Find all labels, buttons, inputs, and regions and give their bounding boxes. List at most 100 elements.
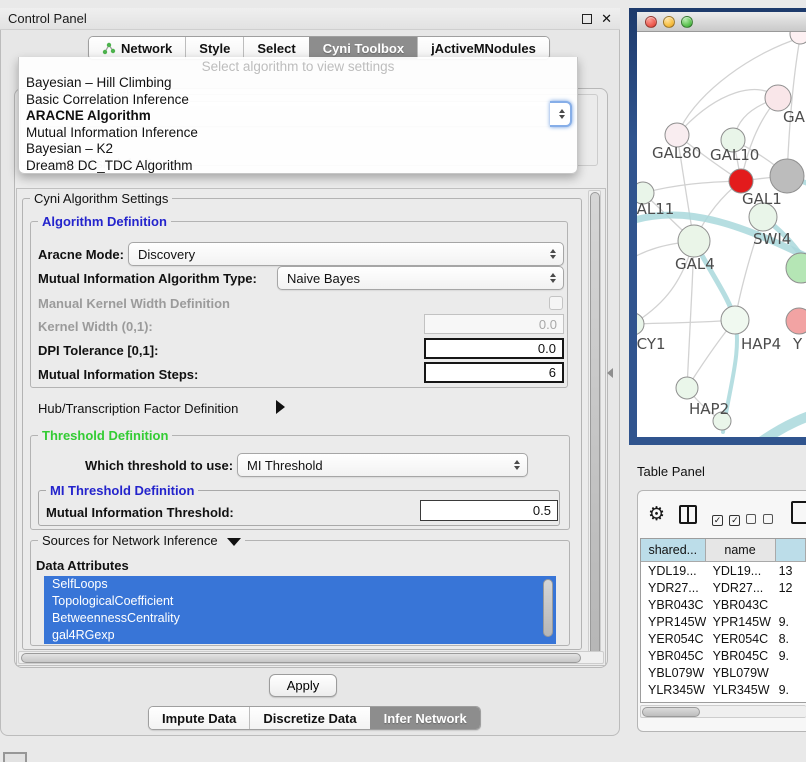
network-edge[interactable] (677, 90, 778, 135)
column-header-shared[interactable]: shared... (641, 539, 706, 562)
dropdown-item-basic-correlation-inference[interactable]: Basic Correlation Inference (19, 92, 577, 109)
mi-steps-label: Mutual Information Steps: (38, 367, 198, 382)
attribute-item-gal4rgexp[interactable]: gal4RGexp (44, 627, 556, 644)
algorithm-dropdown-popup: Select algorithm to view settings Bayesi… (18, 57, 578, 174)
dropdown-item-bayesian-k2[interactable]: Bayesian – K2 (19, 141, 577, 158)
mi-threshold-value: 0.5 (533, 503, 551, 518)
mi-type-combo[interactable]: Naive Bayes (277, 266, 564, 290)
tab-network[interactable]: Network (89, 37, 185, 59)
expand-right-icon[interactable] (276, 400, 285, 414)
network-node-gal4[interactable] (678, 225, 710, 257)
network-node[interactable] (770, 159, 804, 193)
split-view-icon[interactable] (679, 505, 697, 524)
tab-select[interactable]: Select (243, 37, 308, 59)
attribute-item-topologicalcoefficient[interactable]: TopologicalCoefficient (44, 593, 556, 610)
network-canvas[interactable]: GALGAL80GAL10GAL1GAL11SWI4GAL4GCY1HAP4YH… (637, 32, 806, 437)
which-threshold-value: MI Threshold (247, 458, 323, 473)
settings-hscrollbar-thumb[interactable] (21, 653, 581, 663)
manual-kernel-checkbox[interactable] (549, 296, 563, 310)
network-node-hap4[interactable] (721, 306, 749, 334)
gear-icon[interactable]: ⚙ (648, 503, 665, 526)
zoom-traffic-light[interactable] (681, 16, 693, 28)
table-cell: 9. (776, 615, 806, 629)
tab-cyni-toolbox[interactable]: Cyni Toolbox (309, 37, 417, 59)
table-cell: YLR345W (706, 683, 776, 697)
table-cell: YDR27... (706, 581, 776, 595)
dropdown-item-dream8-dc-tdc-algorithm[interactable]: Dream8 DC_TDC Algorithm (19, 158, 577, 175)
network-window-titlebar[interactable] (637, 12, 806, 32)
dropdown-item-mutual-information-inference[interactable]: Mutual Information Inference (19, 125, 577, 142)
unchecked-boxes-icon[interactable] (746, 511, 773, 529)
table-rows: YDL19...YDL19...13YDR27...YDR27...12YBR0… (641, 562, 806, 703)
document-icon[interactable] (791, 501, 806, 524)
network-edge[interactable] (787, 38, 800, 176)
network-node-label: GAL80 (652, 144, 701, 162)
panel-divider-arrow[interactable] (607, 368, 613, 378)
table-cell: YBL079W (706, 666, 776, 680)
settings-vscrollbar-thumb[interactable] (590, 192, 600, 660)
mi-type-label: Mutual Information Algorithm Type: (38, 271, 257, 286)
network-edge[interactable] (637, 320, 735, 324)
table-cell: YBR043C (641, 598, 706, 612)
dpi-tolerance-field[interactable]: 0.0 (424, 338, 564, 359)
dropdown-item-aracne-algorithm[interactable]: ARACNE Algorithm (19, 108, 577, 125)
table-cell: YER054C (706, 632, 776, 646)
node-table[interactable]: shared...name YDL19...YDL19...13YDR27...… (640, 538, 806, 703)
network-node-label: GAL4 (675, 255, 715, 273)
mi-steps-field[interactable]: 6 (424, 362, 564, 383)
kernel-width-field[interactable]: 0.0 (424, 314, 564, 334)
table-cell: YER054C (641, 632, 706, 646)
table-cell: YPR145W (706, 615, 776, 629)
table-row[interactable]: YBR043CYBR043C (641, 596, 806, 613)
network-node-gcy1[interactable] (637, 313, 644, 335)
float-icon[interactable] (582, 14, 592, 24)
table-hscrollbar-thumb[interactable] (642, 707, 700, 717)
tab-style[interactable]: Style (185, 37, 243, 59)
table-row[interactable]: YPR145WYPR145W9. (641, 613, 806, 630)
collapse-down-icon[interactable] (227, 538, 241, 546)
table-row[interactable]: YER054CYER054C8. (641, 630, 806, 647)
sources-title: Sources for Network Inference (42, 533, 218, 548)
column-header-name[interactable]: name (706, 539, 776, 562)
checked-boxes-icon[interactable]: ✓ ✓ (712, 510, 740, 528)
sources-title-wrap[interactable]: Sources for Network Inference (38, 533, 245, 548)
mi-threshold-field[interactable]: 0.5 (420, 500, 558, 521)
network-edge[interactable] (643, 181, 741, 193)
network-edge-highlighted[interactable] (755, 410, 806, 437)
data-attributes-list[interactable]: SelfLoopsTopologicalCoefficientBetweenne… (44, 576, 556, 644)
aracne-mode-combo[interactable]: Discovery (128, 242, 564, 266)
table-row[interactable]: YDL19...YDL19...13 (641, 562, 806, 579)
network-node-hap2[interactable] (676, 377, 698, 399)
table-row[interactable]: YIL053CYIL053C9 (641, 698, 806, 703)
hub-definition-toggle[interactable]: Hub/Transcription Factor Definition (38, 401, 238, 416)
table-cell: YDR27... (641, 581, 706, 595)
network-node-label: GCY1 (637, 335, 666, 353)
table-row[interactable]: YDR27...YDR27...12 (641, 579, 806, 596)
table-cell: 9. (776, 683, 806, 697)
network-node-label: GAL1 (742, 190, 782, 208)
tab-discretize-data[interactable]: Discretize Data (249, 707, 369, 729)
network-node-y[interactable] (786, 308, 806, 334)
column-header-col3[interactable] (776, 539, 806, 562)
tab-impute-data[interactable]: Impute Data (149, 707, 249, 729)
apply-button[interactable]: Apply (269, 674, 337, 697)
tab-infer-network[interactable]: Infer Network (370, 707, 480, 729)
network-node-label: SWI4 (753, 230, 791, 248)
table-row[interactable]: YBR045CYBR045C9. (641, 647, 806, 664)
which-threshold-combo[interactable]: MI Threshold (237, 453, 528, 477)
tab-jactivemnodules[interactable]: jActiveMNodules (417, 37, 549, 59)
dropdown-item-bayesian-hill-climbing[interactable]: Bayesian – Hill Climbing (19, 75, 577, 92)
close-traffic-light[interactable] (645, 16, 657, 28)
attribute-item-selfloops[interactable]: SelfLoops (44, 576, 556, 593)
table-row[interactable]: YBL079WYBL079W (641, 664, 806, 681)
attributes-vscrollbar-thumb[interactable] (543, 579, 553, 637)
attribute-item-betweennesscentrality[interactable]: BetweennessCentrality (44, 610, 556, 627)
focused-combo-fragment[interactable] (550, 101, 572, 127)
dropdown-items: Bayesian – Hill ClimbingBasic Correlatio… (19, 75, 577, 175)
table-row[interactable]: YLR345WYLR345W9. (641, 681, 806, 698)
network-node[interactable] (786, 253, 806, 283)
minimize-traffic-light[interactable] (663, 16, 675, 28)
collapsed-panel-icon[interactable] (3, 752, 27, 762)
close-icon[interactable]: ✕ (601, 14, 612, 24)
network-node[interactable] (790, 32, 806, 44)
